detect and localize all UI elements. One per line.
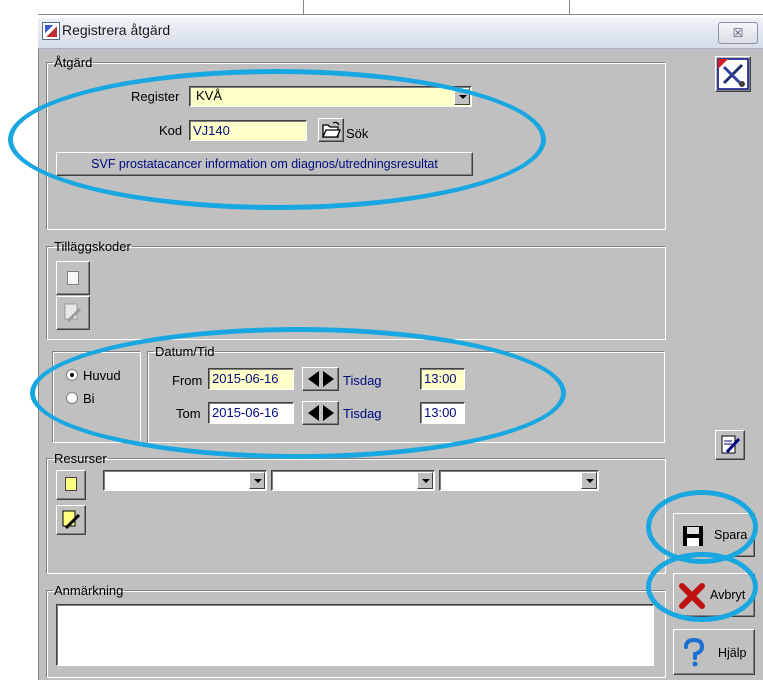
document-icon [65, 477, 77, 491]
arrows-left-right-icon [308, 405, 334, 421]
window-title: Registrera åtgärd [62, 22, 171, 38]
atgard-legend: Åtgärd [54, 55, 93, 70]
chevron-down-icon[interactable] [454, 88, 470, 105]
tom-date-input[interactable]: 2015-06-16 [208, 402, 294, 424]
huvud-label: Huvud [83, 368, 121, 383]
tillaggskoder-legend: Tilläggskoder [54, 239, 131, 254]
background-tick [303, 0, 304, 15]
edit-document-icon [64, 303, 82, 323]
background-strip [0, 0, 763, 18]
datum-legend: Datum/Tid [155, 344, 215, 359]
app-icon [42, 22, 60, 40]
chevron-down-icon[interactable] [581, 472, 597, 489]
sok-label: Sök [346, 126, 369, 141]
arrows-left-right-icon [308, 371, 334, 387]
close-icon: ☒ [732, 26, 744, 40]
anmarkning-legend: Anmärkning [54, 583, 124, 598]
register-label: Register [131, 89, 180, 104]
edit-document-icon [62, 510, 81, 530]
cancel-label: Avbryt [710, 588, 746, 602]
kod-label: Kod [159, 123, 183, 138]
help-label: Hjälp [718, 646, 747, 660]
resource-select-3[interactable] [439, 470, 599, 491]
anmarkning-textarea[interactable] [56, 604, 654, 666]
save-label: Spara [714, 528, 748, 542]
background-grid-line [38, 14, 763, 15]
close-button[interactable]: ☒ [718, 22, 758, 44]
chevron-down-icon[interactable] [417, 472, 433, 489]
open-folder-button[interactable] [318, 118, 344, 142]
help-question-icon [684, 638, 705, 667]
atgard-group: Åtgärd [46, 56, 666, 230]
tools-icon [717, 58, 749, 90]
from-date-input[interactable]: 2015-06-16 [208, 368, 294, 390]
resource-select-2[interactable] [271, 470, 435, 491]
resurser-legend: Resurser [54, 451, 107, 466]
edit-notes-button[interactable] [715, 430, 745, 460]
cancel-button[interactable]: Avbryt [673, 573, 755, 617]
tom-label: Tom [176, 406, 201, 421]
edit-code-button[interactable] [56, 296, 90, 330]
tom-time-input[interactable]: 13:00 [420, 402, 465, 424]
tom-day-label: Tisdag [343, 406, 382, 421]
kod-input[interactable]: VJ140 [189, 120, 307, 141]
from-day-label: Tisdag [343, 373, 382, 388]
red-x-icon [679, 583, 705, 609]
folder-open-icon [322, 121, 341, 138]
new-resource-button[interactable] [56, 470, 86, 500]
document-icon [67, 271, 79, 285]
huvud-radio[interactable] [66, 369, 78, 381]
new-code-button[interactable] [56, 261, 90, 295]
register-select[interactable]: KVÅ [189, 86, 472, 107]
chevron-down-icon[interactable] [249, 472, 265, 489]
tom-date-spin-button[interactable] [302, 401, 339, 425]
bi-radio[interactable] [66, 392, 78, 404]
help-button[interactable]: Hjälp [673, 629, 755, 675]
from-time-input[interactable]: 13:00 [420, 368, 465, 390]
save-button[interactable]: Spara [673, 513, 755, 557]
tillaggskoder-group: Tilläggskoder [46, 240, 666, 340]
floppy-disk-icon [683, 526, 703, 546]
background-tick [569, 0, 570, 15]
from-date-spin-button[interactable] [302, 367, 339, 391]
edit-resource-button[interactable] [56, 505, 86, 535]
tools-icon-button[interactable] [715, 56, 751, 92]
edit-document-icon [721, 435, 741, 454]
datum-group: Datum/Tid [147, 345, 665, 443]
from-label: From [172, 373, 203, 388]
register-value: KVÅ [196, 88, 223, 103]
procedure-description-button[interactable]: SVF prostatacancer information om diagno… [56, 152, 473, 176]
bi-label: Bi [83, 391, 95, 406]
resource-select-1[interactable] [103, 470, 267, 491]
